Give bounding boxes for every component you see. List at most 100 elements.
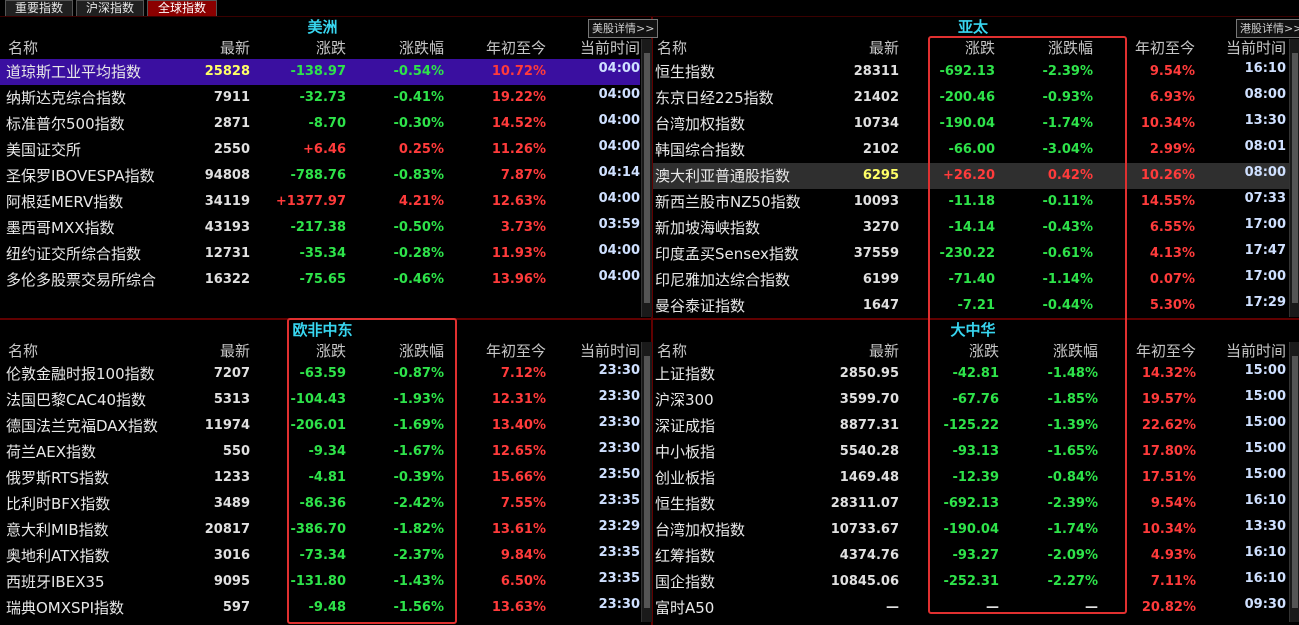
table-row[interactable]: 墨西哥MXX指数 43193 -217.38 -0.50% 3.73% 03:59 <box>0 215 640 241</box>
latest-value: 94808 <box>204 168 250 183</box>
tab-important-indices[interactable]: 重要指数 <box>5 0 73 16</box>
panel-title: 美洲 <box>307 18 338 36</box>
latest-value: 8877.31 <box>839 418 899 433</box>
index-name: 韩国综合指数 <box>655 141 746 159</box>
highlight-box-europe-change <box>287 318 457 624</box>
table-row[interactable]: 阿根廷MERV指数 34119 +1377.97 4.21% 12.63% 04:00 <box>0 189 640 215</box>
scrollbar-thumb[interactable] <box>644 53 650 303</box>
change-value: -8.70 <box>308 116 346 131</box>
scrollbar[interactable] <box>641 342 652 622</box>
table-row[interactable]: 纽约证交所综合指数 12731 -35.34 -0.28% 11.93% 04:00 <box>0 241 640 267</box>
scrollbar[interactable] <box>1289 39 1299 317</box>
column-header-time[interactable]: 当前时间 <box>550 37 640 58</box>
index-name: 新西兰股市NZ50指数 <box>655 193 801 211</box>
latest-value: 12731 <box>204 246 250 261</box>
latest-value: 34119 <box>204 194 250 209</box>
latest-value: 1647 <box>862 298 899 313</box>
table-row[interactable]: 纳斯达克综合指数 7911 -32.73 -0.41% 19.22% 04:00 <box>0 85 640 111</box>
ytd-percent: 15.66% <box>491 470 546 485</box>
current-time: 23:35 <box>598 493 640 508</box>
latest-value: 37559 <box>853 246 899 261</box>
current-time: 23:30 <box>598 441 640 456</box>
column-header-ytd[interactable]: 年初至今 <box>456 37 546 58</box>
scrollbar-thumb[interactable] <box>644 356 650 608</box>
current-time: 08:00 <box>1244 165 1286 180</box>
current-time: 23:29 <box>598 519 640 534</box>
column-header-latest[interactable]: 最新 <box>160 37 250 58</box>
latest-value: 5540.28 <box>839 444 899 459</box>
index-name: 深证成指 <box>655 417 716 435</box>
current-time: 04:00 <box>598 191 640 206</box>
ytd-percent: 3.73% <box>500 220 546 235</box>
scrollbar-thumb[interactable] <box>1292 53 1298 303</box>
current-time: 04:00 <box>598 139 640 154</box>
latest-value: 10733.67 <box>830 522 899 537</box>
current-time: 07:33 <box>1244 191 1286 206</box>
change-value: -32.73 <box>299 90 346 105</box>
current-time: 13:30 <box>1244 113 1286 128</box>
change-percent: -0.46% <box>393 272 445 287</box>
index-name: 俄罗斯RTS指数 <box>6 469 110 487</box>
table-row[interactable]: 道琼斯工业平均指数 25828 -138.97 -0.54% 10.72% 04:00 <box>0 59 640 85</box>
current-time: 03:59 <box>598 217 640 232</box>
column-header-time[interactable]: 当前时间 <box>550 340 640 361</box>
detail-link[interactable]: 港股详情>> <box>1236 19 1299 38</box>
column-header-change[interactable]: 涨跌 <box>256 37 346 58</box>
index-name: 纽约证交所综合指数 <box>6 245 142 263</box>
column-header-name[interactable]: 名称 <box>657 37 687 58</box>
column-header-time[interactable]: 当前时间 <box>1196 340 1286 361</box>
table-row[interactable]: 多伦多股票交易所综合 16322 -75.65 -0.46% 13.96% 04:00 <box>0 267 640 293</box>
index-name: 道琼斯工业平均指数 <box>6 63 142 81</box>
scrollbar-thumb[interactable] <box>1292 356 1298 608</box>
column-header-latest[interactable]: 最新 <box>809 340 899 361</box>
latest-value: 550 <box>222 444 250 459</box>
index-name: 西班牙IBEX35 <box>6 573 105 591</box>
current-time: 23:30 <box>598 415 640 430</box>
index-name: 墨西哥MXX指数 <box>6 219 115 237</box>
table-row[interactable]: 圣保罗IBOVESPA指数 94808 -788.76 -0.83% 7.87% 04:1… <box>0 163 640 189</box>
table-row[interactable]: 标准普尔500指数 2871 -8.70 -0.30% 14.52% 04:00 <box>0 111 640 137</box>
scrollbar[interactable] <box>1289 342 1299 622</box>
change-percent: -0.28% <box>393 246 445 261</box>
current-time: 08:01 <box>1244 139 1286 154</box>
current-time: 23:35 <box>598 571 640 586</box>
table-row[interactable]: 美国证交所 2550 +6.46 0.25% 11.26% 04:00 <box>0 137 640 163</box>
ytd-percent: 10.72% <box>491 64 546 79</box>
column-header-name[interactable]: 名称 <box>8 37 38 58</box>
detail-link[interactable]: 美股详情>> <box>588 19 659 38</box>
column-header-latest[interactable]: 最新 <box>809 37 899 58</box>
latest-value: 2850.95 <box>839 366 899 381</box>
change-value: -217.38 <box>290 220 346 235</box>
scrollbar[interactable] <box>641 39 652 317</box>
column-header-pct[interactable]: 涨跌幅 <box>354 37 444 58</box>
latest-value: 28311 <box>853 64 899 79</box>
ytd-percent: 6.50% <box>500 574 546 589</box>
latest-value: 7911 <box>213 90 250 105</box>
column-header-name[interactable]: 名称 <box>8 340 38 361</box>
column-header-ytd[interactable]: 年初至今 <box>456 340 546 361</box>
column-header-name[interactable]: 名称 <box>657 340 687 361</box>
index-name: 德国法兰克福DAX指数 <box>6 417 158 435</box>
index-name: 比利时BFX指数 <box>6 495 111 513</box>
column-header-time[interactable]: 当前时间 <box>1196 37 1286 58</box>
current-time: 23:30 <box>598 389 640 404</box>
current-time: 16:10 <box>1244 545 1286 560</box>
latest-value: 16322 <box>204 272 250 287</box>
tab-bar: 重要指数 沪深指数 全球指数 <box>0 0 1299 16</box>
index-name: 新加坡海峡指数 <box>655 219 761 237</box>
current-time: 04:00 <box>598 87 640 102</box>
current-time: 04:14 <box>598 165 640 180</box>
index-name: 东京日经225指数 <box>655 89 774 107</box>
latest-value: 2102 <box>862 142 899 157</box>
current-time: 23:50 <box>598 467 640 482</box>
index-name: 多伦多股票交易所综合 <box>6 271 157 289</box>
column-header-latest[interactable]: 最新 <box>160 340 250 361</box>
current-time: 16:10 <box>1244 571 1286 586</box>
change-value: -138.97 <box>290 64 346 79</box>
tab-global-indices[interactable]: 全球指数 <box>147 0 217 16</box>
change-percent: -0.30% <box>393 116 445 131</box>
current-time: 08:00 <box>1244 87 1286 102</box>
current-time: 17:29 <box>1244 295 1286 310</box>
latest-value: 25828 <box>204 64 250 79</box>
tab-shanghai-shenzhen[interactable]: 沪深指数 <box>76 0 144 16</box>
